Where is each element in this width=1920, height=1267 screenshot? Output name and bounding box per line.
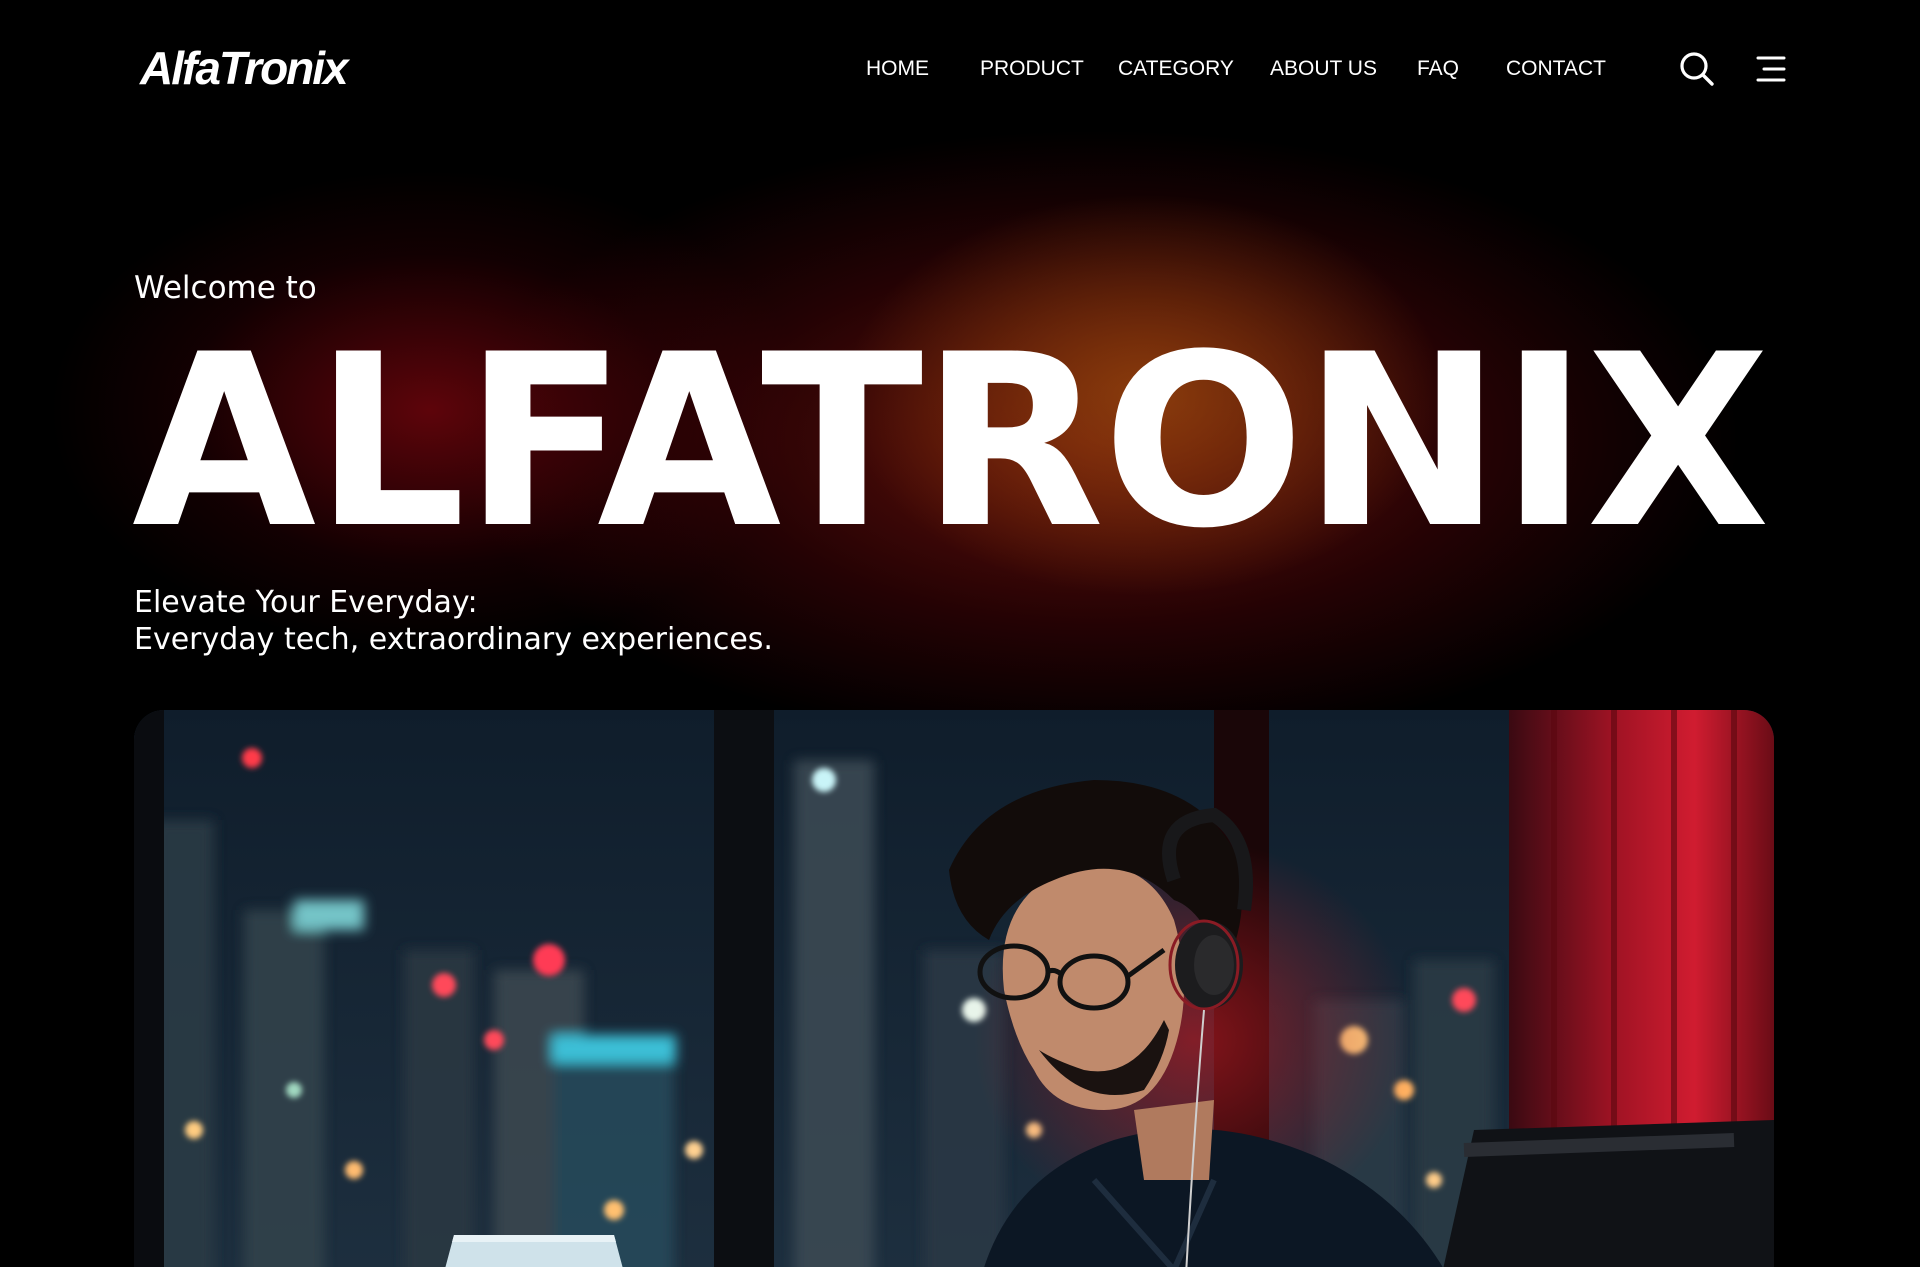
hero-image — [134, 710, 1774, 1267]
tagline-line-1: Elevate Your Everyday: — [134, 585, 478, 620]
brand-logo[interactable]: AlfaTronix — [140, 40, 349, 96]
nav-category[interactable]: CATEGORY — [1118, 56, 1234, 82]
nav-about-us[interactable]: ABOUT US — [1270, 56, 1377, 82]
tagline-line-2: Everyday tech, extraordinary experiences… — [134, 622, 773, 657]
nav-home[interactable]: HOME — [866, 56, 929, 82]
nav-faq[interactable]: FAQ — [1417, 56, 1459, 82]
top-navigation: AlfaTronix HOME PRODUCT CATEGORY ABOUT U… — [0, 0, 1920, 140]
menu-icon[interactable] — [1752, 50, 1790, 88]
nav-contact[interactable]: CONTACT — [1506, 56, 1606, 82]
nav-product[interactable]: PRODUCT — [980, 56, 1084, 82]
hero-title: ALFATRONIX — [132, 304, 1770, 581]
welcome-text: Welcome to — [134, 270, 317, 306]
hero-tagline: Elevate Your Everyday: Everyday tech, ex… — [134, 584, 773, 658]
search-icon[interactable] — [1678, 50, 1716, 88]
